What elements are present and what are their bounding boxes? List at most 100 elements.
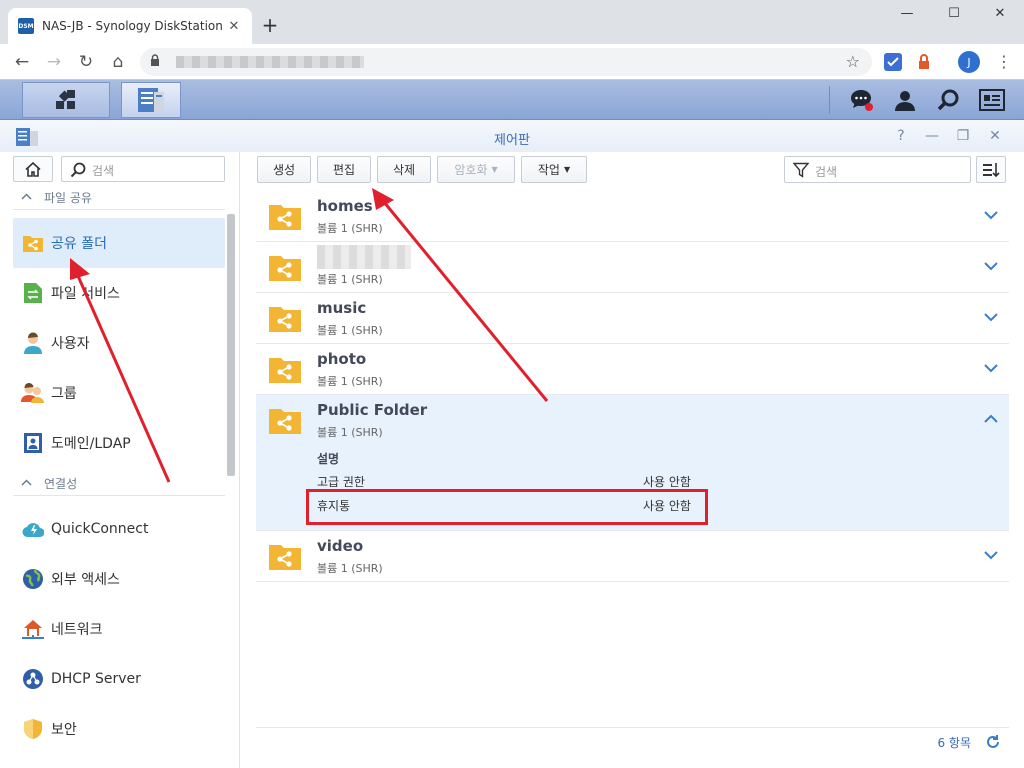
dsm-taskbar [0,80,1024,120]
external-access-icon [21,567,45,591]
delete-button[interactable]: 삭제 [377,156,431,183]
sidebar-search-input[interactable]: 검색 [61,156,225,182]
notifications-button[interactable] [847,86,875,114]
maximize-window-button[interactable]: ☐ [931,6,977,21]
folder-name: video [317,537,364,555]
browser-tab[interactable]: DSM NAS-JB - Synology DiskStation ✕ [8,8,252,44]
encryption-label: 암호화 [454,163,488,177]
help-button[interactable]: ? [892,128,910,144]
home-button[interactable] [13,156,53,182]
extension-check-icon[interactable] [884,53,902,71]
folder-search-input[interactable]: 검색 [784,156,971,183]
chevron-down-icon[interactable] [983,309,999,325]
folder-row-photo[interactable]: photo 볼륨 1 (SHR) [256,344,1009,395]
encryption-dropdown-button[interactable]: 암호화 ▼ [437,156,515,183]
search-icon [70,162,86,178]
sidebar-item-user[interactable]: 사용자 [13,318,225,368]
shared-folder-icon [269,256,301,281]
dsm-favicon-icon: DSM [18,18,34,34]
shared-folder-icon [269,307,301,332]
sidebar-scrollbar[interactable] [227,214,235,476]
action-dropdown-button[interactable]: 작업 ▼ [521,156,587,183]
dropdown-arrow-icon: ▼ [491,165,498,174]
reload-button[interactable]: ↻ [74,50,98,74]
sidebar-item-label: 보안 [51,722,77,738]
quickconnect-icon [21,517,45,541]
back-button[interactable]: ← [10,50,34,74]
window-close-button[interactable]: ✕ [986,128,1004,144]
widgets-button[interactable] [978,86,1006,114]
control-panel-window: 제어판 ? — ❐ ✕ 검색 파일 공유 공유 폴더 파일 서비스 사용자 그룹… [0,120,1024,768]
folder-volume: 볼륨 1 (SHR) [317,426,383,439]
browser-menu-icon[interactable]: ⋮ [996,52,1012,71]
shared-folder-icon [269,409,301,434]
advanced-permissions-label: 고급 권한 [317,475,365,489]
sidebar-item-label: 외부 액세스 [51,572,120,588]
main-menu-button[interactable] [22,82,110,118]
collapse-caret-icon [21,192,32,203]
sidebar-item-quickconnect[interactable]: QuickConnect [13,504,225,554]
sidebar-item-file-services[interactable]: 파일 서비스 [13,268,225,318]
sort-button[interactable] [976,156,1006,183]
taskbar-separator [829,86,830,114]
shared-folder-icon [269,545,301,570]
folder-row-redacted[interactable]: 볼륨 1 (SHR) [256,242,1009,293]
folder-row-music[interactable]: music 볼륨 1 (SHR) [256,293,1009,344]
sidebar-item-label: QuickConnect [51,521,149,537]
folder-row-video[interactable]: video 볼륨 1 (SHR) [256,531,1009,582]
search-taskbar-button[interactable] [935,86,963,114]
browser-tab-strip: DSM NAS-JB - Synology DiskStation ✕ + — … [0,0,1024,44]
advanced-permissions-value: 사용 안함 [643,475,691,489]
section-file-sharing[interactable]: 파일 공유 [13,186,225,210]
user-options-button[interactable] [891,86,919,114]
shared-folder-icon [269,358,301,383]
edit-button[interactable]: 편집 [317,156,371,183]
tab-close-icon[interactable]: ✕ [226,19,242,34]
sidebar-item-external-access[interactable]: 외부 액세스 [13,554,225,604]
sidebar-item-shared-folder[interactable]: 공유 폴더 [13,218,225,268]
sidebar-item-label: 도메인/LDAP [51,436,131,452]
window-restore-button[interactable]: ❐ [954,128,972,144]
dropdown-arrow-icon: ▼ [563,165,571,174]
create-button[interactable]: 생성 [257,156,311,183]
profile-avatar[interactable]: J [958,51,980,73]
main-panel: 생성 편집 삭제 암호화 ▼ 작업 ▼ 검색 homes 볼륨 1 (SHR) [240,152,1024,768]
window-minimize-button[interactable]: — [923,128,941,144]
minimize-window-button[interactable]: — [884,6,930,21]
folder-name: Public Folder [317,401,428,419]
home-button[interactable]: ⌂ [106,50,130,74]
control-panel-taskbar-button[interactable] [121,82,181,118]
close-window-button[interactable]: ✕ [977,6,1023,21]
bookmark-star-icon[interactable]: ☆ [846,52,860,71]
sidebar-item-label: 파일 서비스 [51,286,120,302]
sidebar-item-label: 사용자 [51,336,90,352]
folder-volume: 볼륨 1 (SHR) [317,375,383,388]
blurred-folder-name [317,245,411,269]
chevron-down-icon[interactable] [983,547,999,563]
browser-tab-title: NAS-JB - Synology DiskStation [42,19,223,33]
chevron-down-icon[interactable] [983,258,999,274]
sidebar-item-network[interactable]: 네트워크 [13,604,225,654]
sidebar-item-group[interactable]: 그룹 [13,368,225,418]
extension-lock-icon[interactable] [915,53,933,71]
folder-row-homes[interactable]: homes 볼륨 1 (SHR) [256,191,1009,242]
sidebar-item-domain-ldap[interactable]: 도메인/LDAP [13,418,225,468]
chevron-up-icon[interactable] [983,411,999,427]
filter-icon [793,162,809,178]
address-bar[interactable]: ☆ [140,48,872,76]
sidebar-item-dhcp-server[interactable]: DHCP Server [13,654,225,704]
chevron-down-icon[interactable] [983,360,999,376]
folder-volume: 볼륨 1 (SHR) [317,562,383,575]
widgets-icon [979,89,1005,111]
file-services-icon [21,281,45,305]
section-connectivity[interactable]: 연결성 [13,472,225,496]
chevron-down-icon[interactable] [983,207,999,223]
action-label: 작업 [537,163,560,177]
sidebar-item-security[interactable]: 보안 [13,704,225,754]
new-tab-button[interactable]: + [260,14,280,36]
forward-button[interactable]: → [42,50,66,74]
refresh-icon[interactable] [985,734,1001,750]
folder-name: music [317,299,367,317]
user-icon [21,331,45,355]
section-label: 파일 공유 [44,191,92,205]
